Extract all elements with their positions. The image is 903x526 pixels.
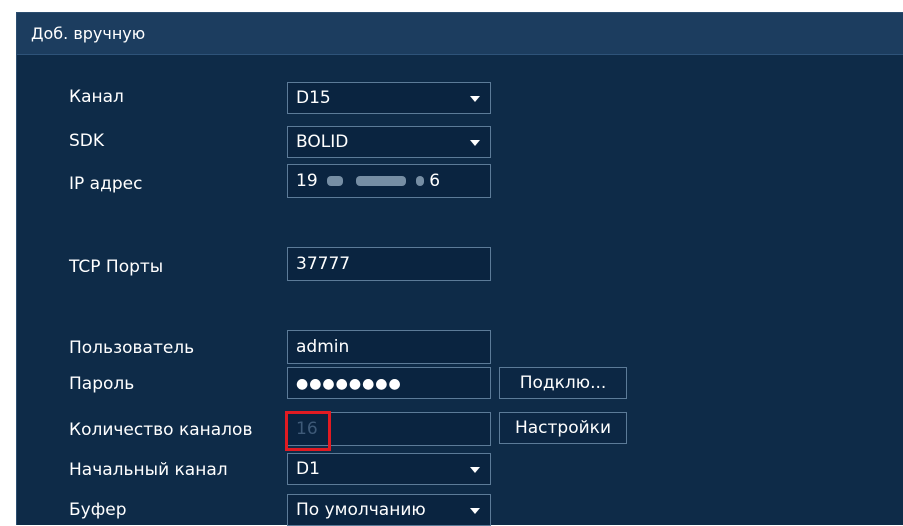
start-channel-label: Начальный канал	[69, 460, 228, 480]
ip-redaction-mark	[356, 176, 407, 186]
start-channel-value: D1	[296, 459, 320, 479]
buffer-select[interactable]: По умолчанию	[287, 494, 491, 526]
username-value: admin	[296, 337, 350, 357]
sdk-value: BOLID	[296, 132, 349, 152]
tcp-port-input[interactable]: 37777	[287, 247, 491, 281]
channel-value: D15	[296, 88, 331, 108]
ip-redaction-mark	[327, 176, 344, 186]
channel-select[interactable]: D15	[287, 82, 491, 114]
dialog-titlebar: Доб. вручную	[17, 13, 903, 55]
ip-address-input[interactable]: 19 6	[287, 164, 491, 198]
dialog-title: Доб. вручную	[31, 24, 146, 43]
start-channel-select[interactable]: D1	[287, 453, 491, 485]
tcp-port-value: 37777	[296, 254, 351, 274]
password-label: Пароль	[69, 374, 135, 394]
ip-address-value-start: 19	[296, 171, 318, 191]
ip-redaction-mark	[415, 176, 424, 186]
username-input[interactable]: admin	[287, 330, 491, 364]
password-input[interactable]: ●●●●●●●●	[287, 367, 491, 399]
ip-address-value-end: 6	[429, 171, 441, 191]
connect-button[interactable]: Подклю...	[499, 367, 627, 399]
channel-label: Канал	[69, 87, 124, 107]
sdk-label: SDK	[69, 131, 105, 151]
tcp-port-label: TCP Порты	[69, 257, 164, 277]
add-manually-dialog: Доб. вручную Канал D15 SDK BOLID IP адре…	[16, 12, 903, 526]
channel-count-label: Количество каналов	[69, 420, 253, 440]
settings-button[interactable]: Настройки	[499, 412, 627, 444]
ip-address-label: IP адрес	[69, 174, 143, 194]
password-value: ●●●●●●●●	[296, 376, 402, 392]
buffer-value: По умолчанию	[296, 500, 426, 520]
buffer-label: Буфер	[69, 500, 127, 520]
username-label: Пользователь	[69, 338, 195, 358]
channel-count-highlight-box	[285, 411, 331, 451]
sdk-select[interactable]: BOLID	[287, 126, 491, 158]
